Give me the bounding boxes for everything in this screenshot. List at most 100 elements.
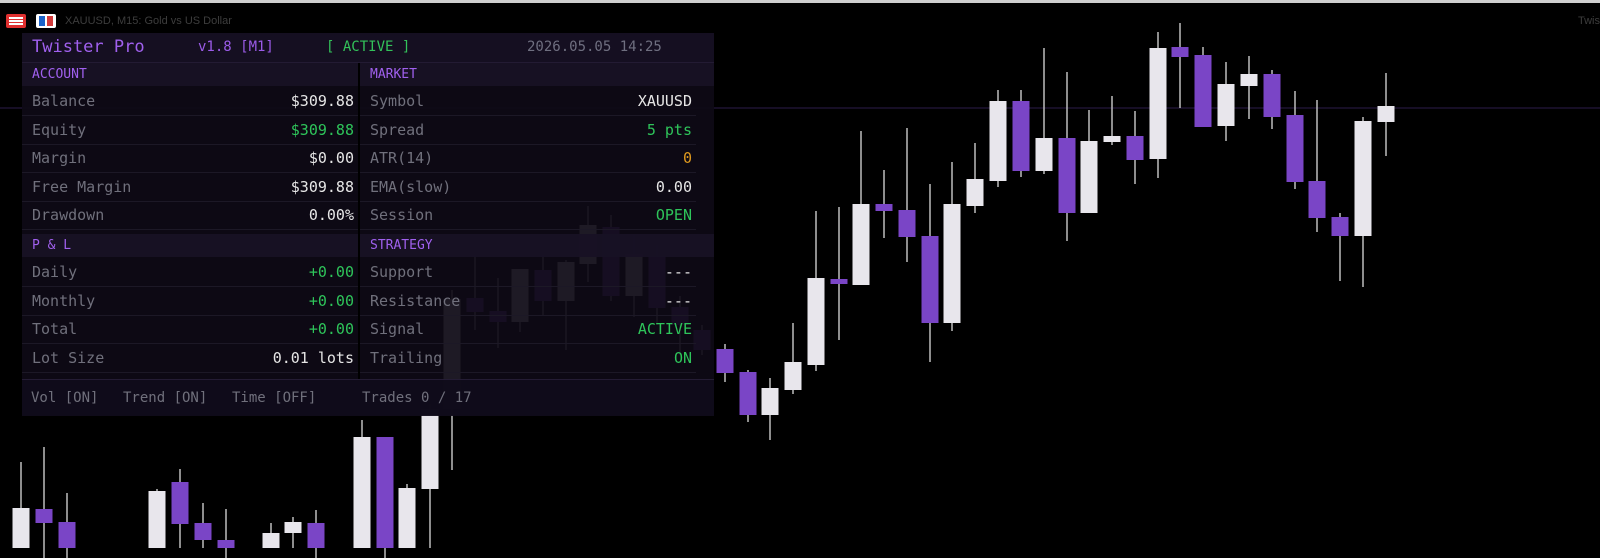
bearish-candle-body xyxy=(1058,138,1076,213)
pnl-row-label: Monthly xyxy=(32,291,96,310)
candle xyxy=(1240,56,1258,119)
candle xyxy=(852,131,870,285)
pnl-row-value: +0.00 xyxy=(308,320,354,338)
candle xyxy=(194,503,212,548)
twister-pro-dashboard: Twister Pro v1.8 [M1] [ ACTIVE ] 2026.05… xyxy=(22,33,714,416)
market-row: Session OPEN xyxy=(360,201,696,230)
candle xyxy=(1126,111,1144,184)
candle xyxy=(353,420,371,548)
market-row-value: 5 pts xyxy=(646,120,692,139)
candle xyxy=(1286,91,1304,189)
bullish-candle-body xyxy=(398,488,416,548)
strategy-row: Signal ACTIVE xyxy=(360,315,696,344)
market-row-label: ATR(14) xyxy=(370,149,434,167)
bearish-candle-body xyxy=(1126,136,1144,160)
bearish-candle-body xyxy=(1263,74,1281,117)
trades-counter: Trades 0 / 17 xyxy=(362,390,472,406)
strategy-row-value: --- xyxy=(664,263,692,281)
candle xyxy=(148,489,166,548)
bullish-candle-body xyxy=(1149,48,1167,159)
candle xyxy=(1080,110,1098,213)
candle xyxy=(1217,62,1235,141)
bearish-candle-body xyxy=(830,279,848,284)
pnl-row: Lot Size 0.01 lots xyxy=(22,344,358,373)
account-row-value: 0.00% xyxy=(308,206,354,224)
bullish-candle-body xyxy=(421,409,439,489)
market-row-value: XAUUSD xyxy=(637,92,692,110)
market-row-value: 0 xyxy=(682,149,692,167)
bullish-candle-body xyxy=(1240,74,1258,86)
candle xyxy=(1354,117,1372,287)
candle xyxy=(1012,90,1030,177)
candle xyxy=(807,211,825,371)
bearish-candle-body xyxy=(58,522,76,548)
market-row-label: Session xyxy=(370,206,434,224)
bearish-candle-body xyxy=(1194,55,1212,127)
candle xyxy=(58,493,76,558)
bullish-candle-body xyxy=(784,362,802,390)
candle xyxy=(262,523,280,548)
bullish-candle-body xyxy=(1103,136,1121,142)
market-row: ATR(14) 0 xyxy=(360,144,696,173)
candle xyxy=(989,90,1007,187)
account-row-label: Equity xyxy=(32,120,87,139)
bullish-candle-body xyxy=(1035,138,1053,171)
market-row: Spread 5 pts xyxy=(360,116,696,145)
bearish-candle-body xyxy=(1286,115,1304,182)
candle xyxy=(171,469,189,548)
candle xyxy=(898,128,916,262)
bullish-candle-body xyxy=(943,204,961,323)
bullish-candle-body xyxy=(1080,141,1098,213)
candle xyxy=(1058,72,1076,241)
candle xyxy=(966,143,984,213)
pnl-row-label: Lot Size xyxy=(32,348,105,367)
bullish-candle-body xyxy=(1377,106,1395,122)
bullish-candle-body xyxy=(284,522,302,533)
account-row-value: $0.00 xyxy=(308,149,354,167)
bullish-candle-body xyxy=(148,491,166,548)
strategy-row-label: Trailing xyxy=(370,348,443,367)
candle xyxy=(217,509,235,558)
bearish-candle-body xyxy=(376,437,394,548)
bearish-candle-body xyxy=(1331,217,1349,236)
bullish-candle-body xyxy=(1217,84,1235,126)
market-row: Symbol XAUUSD xyxy=(360,87,696,116)
bearish-candle-body xyxy=(171,482,189,524)
candle xyxy=(284,517,302,548)
candle xyxy=(307,510,325,558)
bearish-candle-body xyxy=(217,540,235,548)
candle xyxy=(1331,213,1349,281)
account-row-value: $309.88 xyxy=(290,120,354,139)
dashboard-header: Twister Pro v1.8 [M1] [ ACTIVE ] 2026.05… xyxy=(22,33,714,63)
account-row: Balance $309.88 xyxy=(22,87,358,116)
bullish-candle-body xyxy=(852,204,870,285)
strategy-row-value: ON xyxy=(673,348,692,367)
account-row-label: Margin xyxy=(32,149,87,167)
account-row: Drawdown 0.00% xyxy=(22,201,358,230)
strategy-row-label: Support xyxy=(370,263,434,281)
candle xyxy=(830,207,848,340)
candle xyxy=(35,447,53,558)
candle xyxy=(398,484,416,548)
bullish-candle-body xyxy=(12,508,30,548)
market-row-label: EMA(slow) xyxy=(370,177,452,196)
bullish-candle-body xyxy=(989,101,1007,181)
candle xyxy=(875,170,893,238)
bearish-candle-body xyxy=(35,509,53,523)
account-row: Free Margin $309.88 xyxy=(22,173,358,202)
candle xyxy=(1149,32,1167,178)
strategy-row-label: Signal xyxy=(370,320,425,338)
market-section-heading: MARKET xyxy=(360,63,714,86)
bearish-candle-body xyxy=(716,349,734,373)
bullish-candle-body xyxy=(262,533,280,548)
column-separator xyxy=(358,63,360,381)
account-row-label: Balance xyxy=(32,92,96,110)
account-row-label: Free Margin xyxy=(32,177,132,196)
strategy-row-value: ACTIVE xyxy=(637,320,692,338)
account-row-label: Drawdown xyxy=(32,206,105,224)
pnl-row-label: Daily xyxy=(32,263,78,281)
account-row-value: $309.88 xyxy=(290,92,354,110)
candle xyxy=(1377,73,1395,156)
bullish-candle-body xyxy=(761,388,779,415)
candle xyxy=(739,370,757,422)
